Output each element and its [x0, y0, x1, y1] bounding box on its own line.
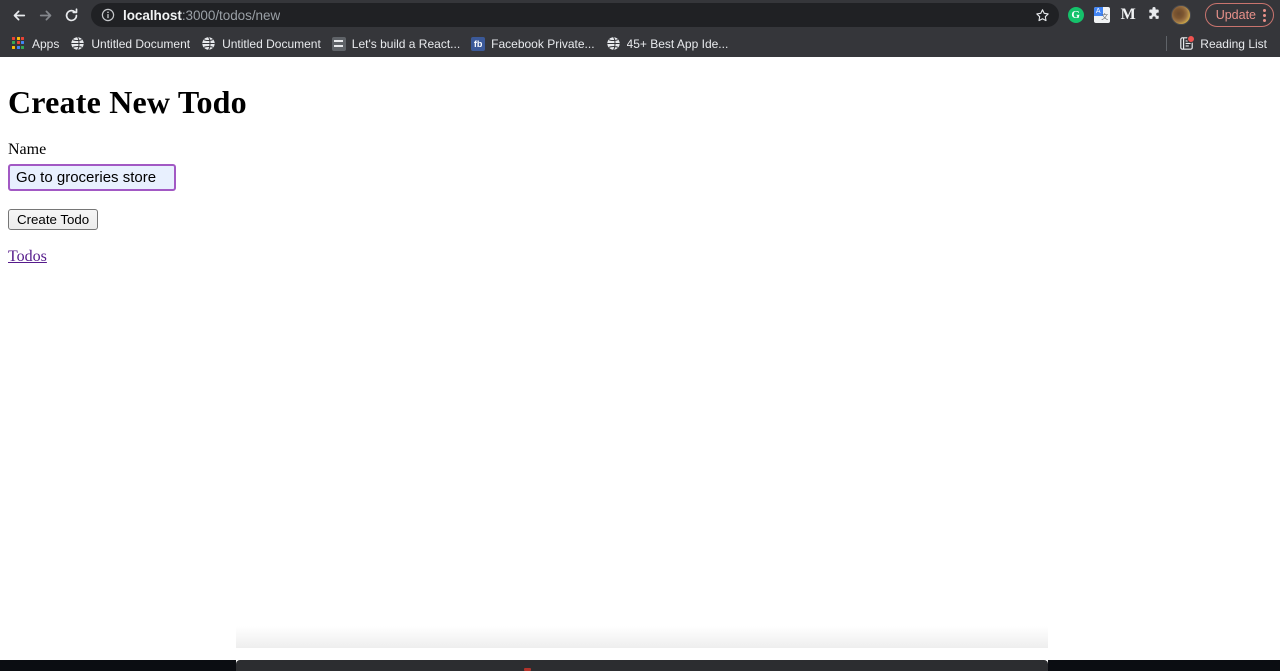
back-button[interactable] — [6, 2, 32, 28]
apps-grid-icon — [12, 36, 26, 51]
bookmark-apps[interactable]: Apps — [8, 34, 66, 54]
extensions-puzzle-icon[interactable] — [1145, 6, 1163, 24]
create-todo-form: Name Create Todo — [8, 141, 1272, 230]
os-bottom-strip — [0, 660, 1280, 671]
address-bar[interactable]: localhost:3000/todos/new — [91, 3, 1059, 27]
reload-icon — [63, 7, 80, 24]
todos-link[interactable]: Todos — [8, 248, 47, 266]
page-title: Create New Todo — [8, 84, 247, 120]
bookmark-label: Untitled Document — [222, 36, 321, 51]
document-icon — [331, 36, 346, 51]
profile-avatar[interactable] — [1170, 5, 1191, 25]
bookmarks-divider — [1166, 36, 1168, 51]
grammarly-extension-icon[interactable]: G — [1067, 6, 1085, 24]
create-todo-button[interactable]: Create Todo — [8, 208, 99, 230]
page-content: Create New Todo Name Create Todo Todos — [0, 57, 1280, 659]
google-translate-glyph: A 文 — [1093, 7, 1110, 23]
arrow-right-icon — [37, 7, 54, 24]
update-button-label: Update — [1215, 8, 1256, 22]
bookmark-star-icon[interactable] — [1033, 5, 1053, 25]
medium-glyph: M — [1120, 6, 1136, 23]
bookmark-label: Apps — [32, 36, 60, 51]
page-bottom-fade — [236, 626, 1048, 648]
update-button[interactable]: Update — [1204, 3, 1274, 27]
bookmarks-bar: Apps Untitled Document Untitled Document — [0, 30, 1280, 57]
name-input[interactable] — [8, 163, 176, 191]
google-translate-extension-icon[interactable]: A 文 — [1093, 6, 1111, 24]
reading-list-label: Reading List — [1200, 36, 1267, 51]
bookmark-label: Untitled Document — [91, 36, 191, 51]
browser-chrome: localhost:3000/todos/new G A 文 M Update … — [0, 0, 1280, 57]
facebook-icon: fb — [471, 36, 486, 51]
os-strip-right — [1048, 660, 1280, 671]
bookmark-untitled-document-2[interactable]: Untitled Document — [197, 33, 328, 54]
bookmark-label: Let's build a React... — [351, 36, 461, 51]
bookmark-label: Facebook Private... — [491, 36, 595, 51]
forward-button[interactable] — [32, 2, 58, 28]
os-strip-center — [236, 660, 1048, 671]
url-host: localhost — [123, 7, 182, 23]
os-strip-left — [0, 660, 236, 671]
bookmark-label: 45+ Best App Ide... — [626, 36, 729, 51]
bookmark-facebook-private[interactable]: fb Facebook Private... — [467, 34, 601, 54]
reading-list-button[interactable]: Reading List — [1175, 33, 1274, 54]
url-path: :3000/todos/new — [181, 7, 281, 23]
address-bar-url: localhost:3000/todos/new — [123, 8, 280, 23]
reload-button[interactable] — [58, 2, 84, 28]
extensions-row: G A 文 M Update — [1065, 3, 1274, 27]
chrome-menu-kebab-icon[interactable] — [1263, 8, 1266, 22]
bookmark-lets-build-a-react[interactable]: Let's build a React... — [328, 34, 467, 54]
medium-extension-icon[interactable]: M — [1119, 6, 1137, 24]
grammarly-glyph: G — [1067, 7, 1084, 23]
reading-list-icon — [1179, 35, 1196, 51]
bookmark-45-best-app-ideas[interactable]: 45+ Best App Ide... — [602, 33, 736, 54]
arrow-left-icon — [11, 7, 28, 24]
bookmark-untitled-document-1[interactable]: Untitled Document — [66, 33, 197, 54]
globe-icon — [201, 36, 216, 51]
browser-toolbar: localhost:3000/todos/new G A 文 M Update — [0, 0, 1280, 30]
name-field-label: Name — [8, 140, 47, 158]
globe-icon — [70, 36, 85, 51]
translate-target-glyph: 文 — [1101, 14, 1109, 21]
info-circle-icon[interactable] — [101, 8, 115, 22]
globe-icon — [606, 36, 621, 51]
